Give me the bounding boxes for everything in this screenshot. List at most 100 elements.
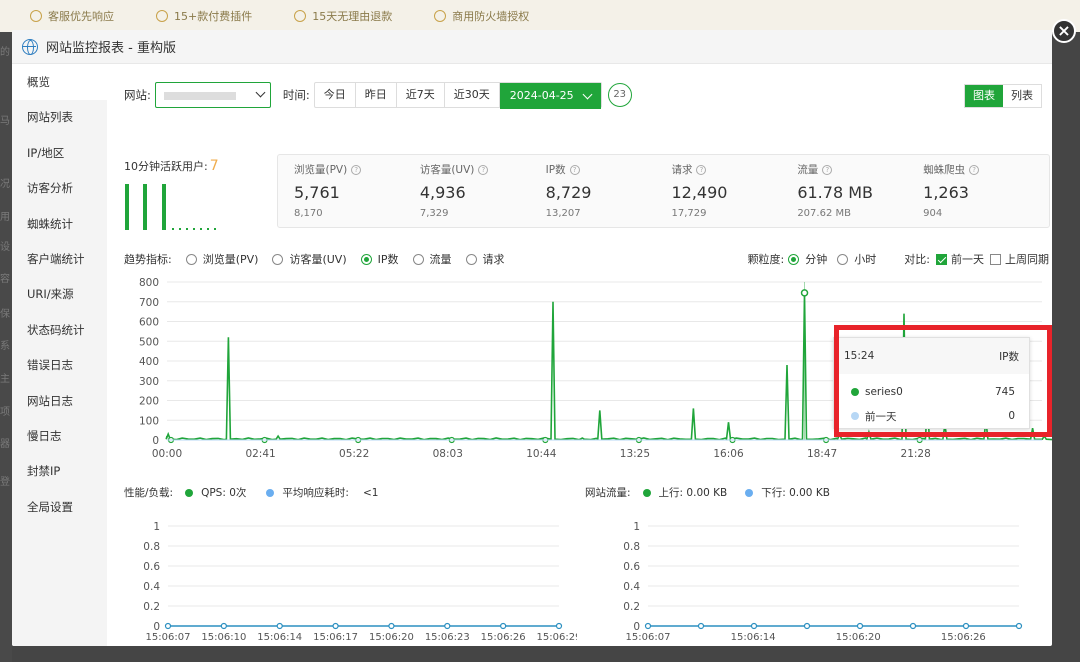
active-users: 10分钟活跃用户: 7 [124, 158, 219, 174]
sidebar-item-global-settings[interactable]: 全局设置 [12, 490, 107, 525]
active-bar-empty [200, 228, 202, 230]
sidebar-item-spider-stats[interactable]: 蜘蛛统计 [12, 207, 107, 242]
active-bar [162, 184, 166, 230]
range-today[interactable]: 今日 [315, 83, 356, 107]
y-tick-label: 0.6 [143, 561, 160, 573]
sidebar-item-status-codes[interactable]: 状态码统计 [12, 313, 107, 348]
view-chart-button[interactable]: 图表 [965, 85, 1003, 107]
granularity-label: 颗粒度: [747, 253, 785, 266]
radio-ip[interactable] [360, 253, 372, 265]
range-30days[interactable]: 近30天 [445, 83, 500, 107]
x-tick-label: 18:47 [807, 448, 837, 460]
chevron-down-icon [582, 89, 593, 99]
trend-controls: 趋势指标: 浏览量(PV) 访客量(UV) IP数 流量 请求 颗粒度: 分钟 … [124, 253, 1049, 266]
site-name-redacted [163, 92, 236, 100]
legend-dot-avg [266, 488, 275, 497]
help-icon[interactable]: ? [569, 164, 580, 175]
promo-item: 客服优先响应 [30, 8, 114, 24]
modal-title: 网站监控报表 - 重构版 [46, 41, 176, 56]
sidebar-item-ip-region[interactable]: IP/地区 [12, 136, 107, 171]
help-icon[interactable]: ? [478, 164, 489, 175]
net-chart[interactable]: 00.20.40.60.8115:06:07 15:06:14 15:06:20 15… [577, 510, 1052, 646]
data-point [697, 622, 705, 630]
data-point [803, 622, 811, 630]
active-bar-empty [179, 228, 181, 230]
y-tick-label: 0.8 [143, 541, 160, 553]
stat-uv: 访客量(UV)? 4,936 7,329 [420, 155, 546, 227]
sidebar-item-site-list[interactable]: 网站列表 [12, 100, 107, 135]
radio-traffic[interactable] [412, 253, 424, 265]
close-button[interactable]: × [1052, 19, 1076, 43]
checkbox-last-week[interactable] [990, 253, 1001, 265]
x-tick-label: 00:00 [152, 448, 182, 460]
data-point [332, 622, 339, 630]
x-tick-label: 15:06:14 [257, 632, 302, 643]
sidebar-item-overview[interactable]: 概览 [12, 65, 107, 101]
active-bar-empty [214, 228, 216, 230]
main-content: 网站: 时间: 今日 昨日 近7天 近30天 2024-04-25 23 图表 … [107, 65, 1052, 646]
x-tick-label: 08:03 [433, 448, 463, 460]
x-tick-label: 15:06:07 [146, 632, 191, 643]
x-tick-label: 15:06:14 [731, 632, 776, 643]
x-tick-label: 15:06:07 [626, 632, 671, 643]
chevron-down-icon [255, 87, 266, 98]
active-bar-empty [207, 228, 209, 230]
y-tick-label: 600 [139, 317, 159, 329]
site-label: 网站: [124, 88, 151, 102]
range-yesterday[interactable]: 昨日 [356, 83, 397, 107]
x-tick-label: 10:44 [526, 448, 557, 460]
sidebar-item-error-log[interactable]: 错误日志 [12, 348, 107, 383]
sidebar-item-visitor-analysis[interactable]: 访客分析 [12, 171, 107, 206]
stat-requests: 请求? 12,490 17,729 [671, 164, 728, 219]
active-users-count: 7 [209, 158, 219, 174]
sidebar-item-banned-ip[interactable]: 封禁IP [12, 454, 107, 489]
data-point [500, 622, 507, 630]
help-icon[interactable]: ? [696, 164, 707, 175]
trend-label: 趋势指标: [124, 253, 172, 266]
data-point [856, 622, 864, 630]
perf-legend: 性能/负载: QPS: 0次 平均响应耗时: <1 [124, 486, 379, 500]
date-picker-button[interactable]: 2024-04-25 [499, 83, 601, 109]
range-7days[interactable]: 近7天 [397, 83, 445, 107]
radio-requests[interactable] [465, 253, 477, 265]
sidebar-item-client-stats[interactable]: 客户端统计 [12, 242, 107, 277]
x-tick-label: 05:22 [339, 448, 369, 460]
x-tick-label: 15:06:10 [201, 632, 246, 643]
refresh-countdown[interactable]: 23 [607, 83, 632, 107]
sidebar-item-site-log[interactable]: 网站日志 [12, 384, 107, 419]
x-tick-label: 15:06:26 [481, 632, 526, 643]
promo-item: 15天无理由退款 [294, 8, 392, 24]
help-icon[interactable]: ? [969, 164, 980, 175]
stats-panel: 浏览量(PV)? 5,761 8,170 访客量(UV)? 4,936 7,32… [277, 154, 1050, 228]
trend-options: 颗粒度: 分钟 小时 对比: 前一天 上周同期 [747, 253, 1049, 266]
radio-pv[interactable] [185, 253, 197, 265]
y-tick-label: 0.2 [623, 601, 640, 613]
x-tick-label: 02:41 [245, 448, 275, 460]
radio-hour[interactable] [837, 253, 849, 265]
net-legend: 网站流量: 上行: 0.00 KB 下行: 0.00 KB [585, 487, 830, 499]
checkbox-previous-day[interactable] [936, 253, 947, 265]
perf-chart[interactable]: 00.20.40.60.8115:06:07 15:06:10 15:06:14 15… [107, 510, 577, 646]
y-tick-label: 0.8 [623, 541, 640, 553]
y-tick-label: 400 [139, 356, 159, 368]
y-tick-label: 1 [153, 521, 160, 533]
x-tick-label: 13:25 [620, 448, 650, 460]
y-tick-label: 500 [139, 336, 159, 348]
data-point [444, 622, 451, 630]
globe-icon [22, 38, 38, 55]
active-bar-empty [193, 228, 195, 230]
radio-minute[interactable] [788, 253, 800, 265]
promo-item: 商用防火墙授权 [434, 8, 529, 24]
help-icon[interactable]: ? [351, 164, 362, 175]
radio-uv[interactable] [272, 253, 284, 265]
data-point [962, 622, 970, 630]
site-select[interactable] [154, 82, 271, 108]
data-point [555, 622, 563, 630]
view-list-button[interactable]: 列表 [1003, 85, 1041, 107]
active-bar [143, 184, 147, 230]
x-tick-label: 15:06:26 [941, 632, 986, 643]
sidebar-item-slow-log[interactable]: 慢日志 [12, 419, 107, 454]
sidebar-item-uri-source[interactable]: URI/来源 [12, 277, 107, 312]
stat-pv: 浏览量(PV)? 5,761 8,170 [294, 155, 420, 227]
help-icon[interactable]: ? [822, 164, 833, 175]
